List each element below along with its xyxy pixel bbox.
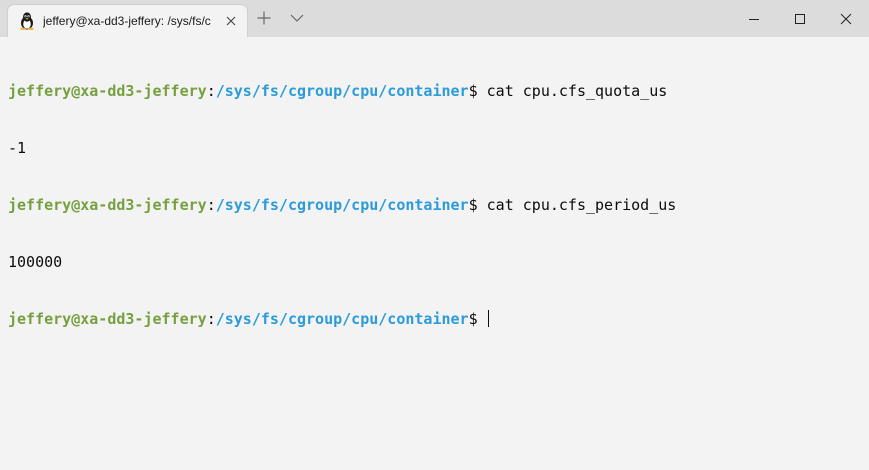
linux-tux-icon [19,12,35,30]
chevron-down-icon[interactable] [289,11,305,25]
command-text [478,310,487,328]
prompt-separator: : [206,82,216,100]
terminal-area[interactable]: jeffery@xa-dd3-jeffery:/sys/fs/cgroup/cp… [0,37,869,470]
text-cursor [487,310,489,327]
maximize-button[interactable] [777,0,823,37]
prompt-line: jeffery@xa-dd3-jeffery:/sys/fs/cgroup/cp… [8,310,863,329]
terminal-window: jeffery@xa-dd3-jeffery: /sys/fs/c jeffer… [0,0,869,470]
prompt-dollar: $ [468,82,478,100]
prompt-user: jeffery@xa-dd3-jeffery [8,196,207,214]
command-text: cat cpu.cfs_quota_us [477,82,668,100]
minimize-button[interactable] [731,0,777,37]
prompt-dollar: $ [468,196,478,214]
prompt-separator: : [206,310,216,328]
tab-close-icon[interactable] [224,14,238,28]
output-line: 100000 [8,253,863,272]
output-text: -1 [8,139,27,157]
output-line: -1 [8,139,863,158]
prompt-user: jeffery@xa-dd3-jeffery [8,310,207,328]
prompt-dollar: $ [468,310,478,328]
title-bar[interactable]: jeffery@xa-dd3-jeffery: /sys/fs/c [0,0,869,37]
command-text: cat cpu.cfs_period_us [477,196,677,214]
close-window-button[interactable] [823,0,869,37]
output-text: 100000 [8,253,63,271]
terminal-output: jeffery@xa-dd3-jeffery:/sys/fs/cgroup/cp… [8,44,863,367]
terminal-tab[interactable]: jeffery@xa-dd3-jeffery: /sys/fs/c [8,5,247,37]
prompt-path: /sys/fs/cgroup/cpu/container [215,82,469,100]
prompt-line: jeffery@xa-dd3-jeffery:/sys/fs/cgroup/cp… [8,196,863,215]
prompt-path: /sys/fs/cgroup/cpu/container [215,196,469,214]
tab-title: jeffery@xa-dd3-jeffery: /sys/fs/c [43,14,211,28]
minimize-icon [749,19,759,20]
maximize-icon [795,14,805,24]
prompt-separator: : [206,196,216,214]
prompt-path: /sys/fs/cgroup/cpu/container [215,310,469,328]
prompt-user: jeffery@xa-dd3-jeffery [8,82,207,100]
close-icon [840,13,852,25]
plus-icon[interactable] [256,10,272,26]
prompt-line: jeffery@xa-dd3-jeffery:/sys/fs/cgroup/cp… [8,82,863,101]
